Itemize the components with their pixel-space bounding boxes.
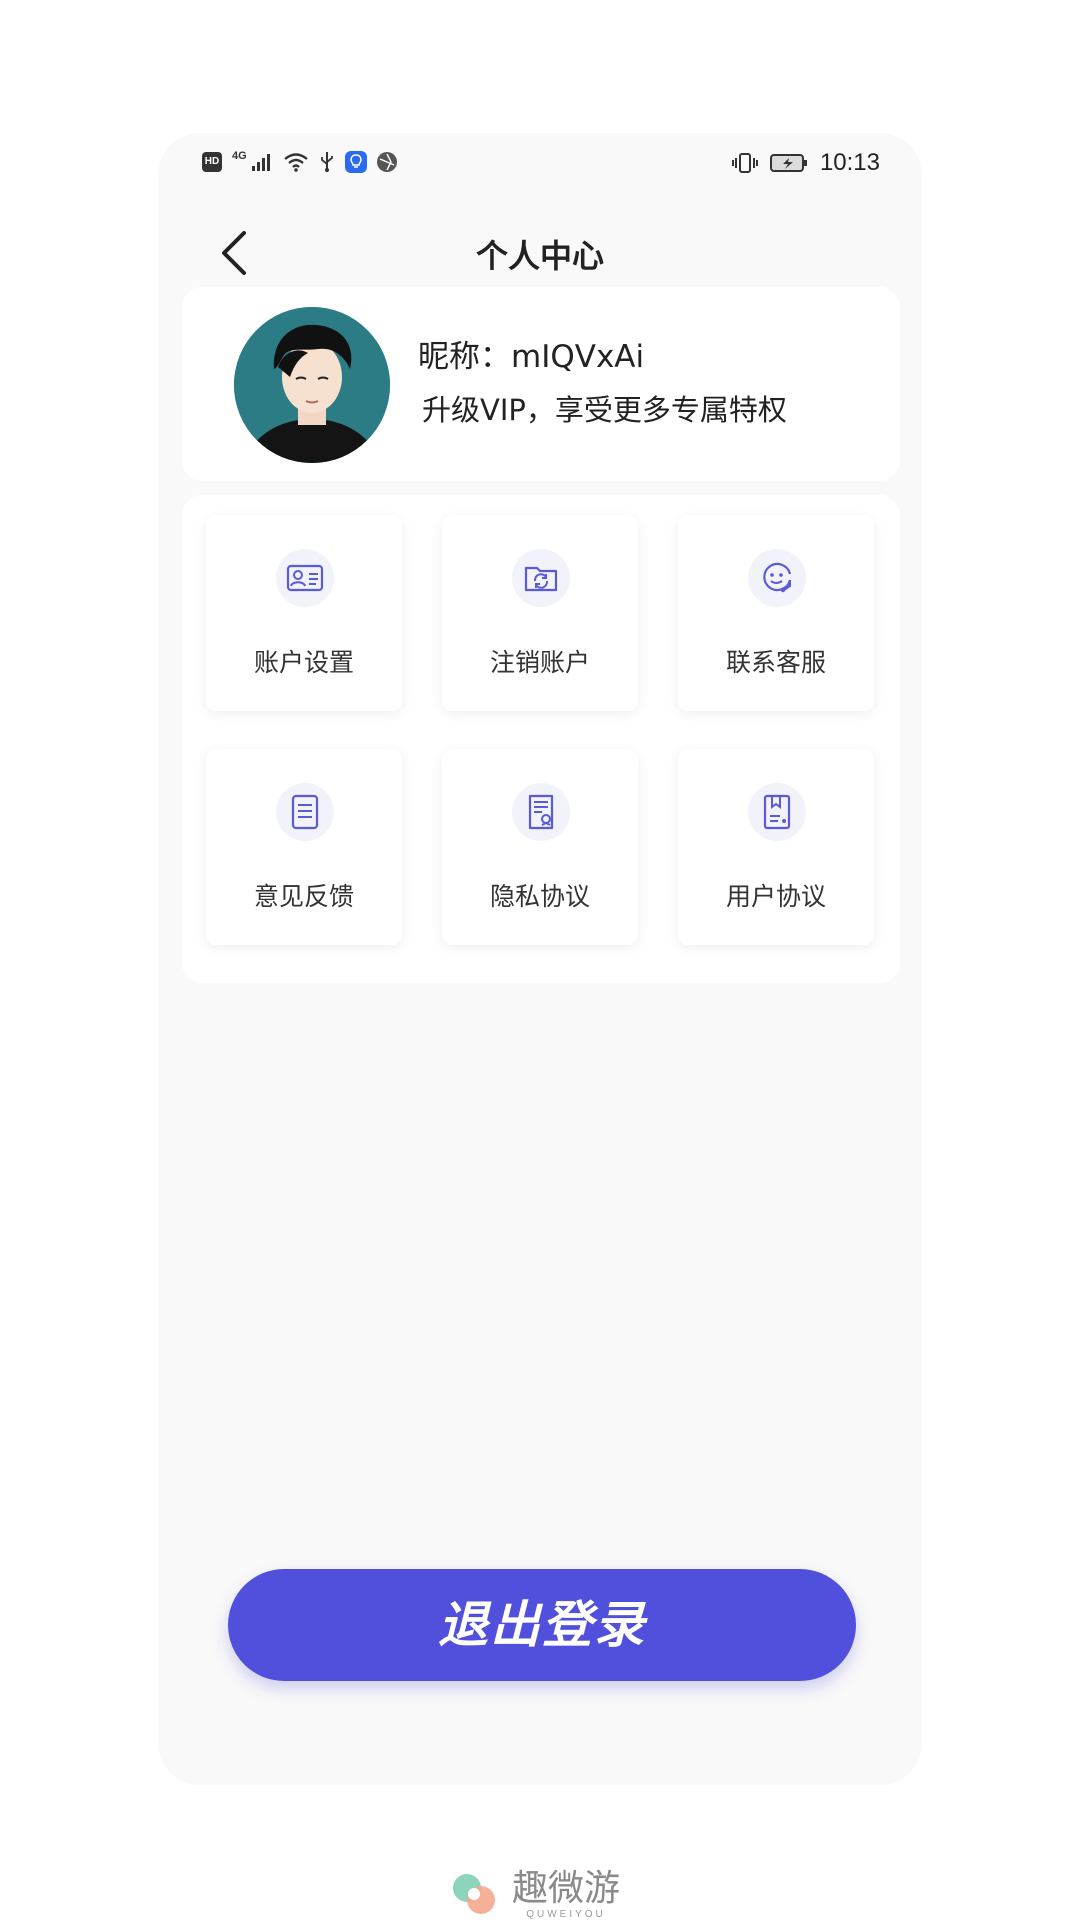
id-card-icon [276,549,334,607]
watermark-subtitle: QUWEIYOU [526,1908,606,1920]
avatar[interactable] [234,307,390,463]
headset-icon [748,549,806,607]
logout-button[interactable]: 退出登录 [228,1569,856,1681]
menu-label: 联系客服 [725,648,826,677]
menu-item-customer-service[interactable]: 联系客服 [678,515,874,711]
phone-screen: HD 4G 10:13 个人中心 昵称：mIQVxAi 升级VIP，享受更多专属… [158,133,922,1785]
folder-refresh-icon [512,549,570,607]
watermark-text: 趣微游 QUWEIYOU [512,1867,621,1920]
profile-card[interactable]: 昵称：mIQVxAi 升级VIP，享受更多专属特权 [182,287,900,481]
document-icon [276,783,334,841]
menu-label: 注销账户 [489,648,590,677]
nickname: 昵称：mIQVxAi [418,339,645,375]
app-notification-icon [344,151,367,173]
menu-label: 账户设置 [253,648,354,677]
vip-upgrade-link[interactable]: 升级VIP，享受更多专属特权 [422,387,787,429]
menu-label: 意见反馈 [253,882,354,911]
signal-icon [251,152,273,172]
menu-label: 隐私协议 [489,882,590,911]
menu-label: 用户协议 [725,882,826,911]
vibrate-icon [731,152,758,174]
globe-icon [376,152,397,172]
watermark-logo-icon [453,1874,495,1914]
menu-item-delete-account[interactable]: 注销账户 [442,515,638,711]
watermark-name: 趣微游 [512,1867,621,1909]
menu-item-account-settings[interactable]: 账户设置 [206,515,402,711]
menu-item-privacy-policy[interactable]: 隐私协议 [442,749,638,945]
usb-icon [319,151,335,173]
bookmark-document-icon [748,783,806,841]
status-bar: HD 4G 10:13 [158,133,922,197]
battery-icon [769,153,808,173]
page-title: 个人中心 [475,237,604,275]
watermark: 趣微游 QUWEIYOU [448,1868,620,1920]
clock-time: 10:13 [819,149,880,176]
menu-item-user-agreement[interactable]: 用户协议 [678,749,874,945]
status-left: HD 4G [202,150,397,173]
menu-item-feedback[interactable]: 意见反馈 [206,749,402,945]
hd-icon: HD [202,152,222,172]
network-type-label: 4G [232,150,247,162]
wifi-icon [283,152,309,172]
status-right: 10:13 [731,149,880,177]
privacy-document-icon [512,783,570,841]
menu-panel: 账户设置 注销账户 联系客服 意见反馈 隐私协议 用户协议 [182,495,900,983]
